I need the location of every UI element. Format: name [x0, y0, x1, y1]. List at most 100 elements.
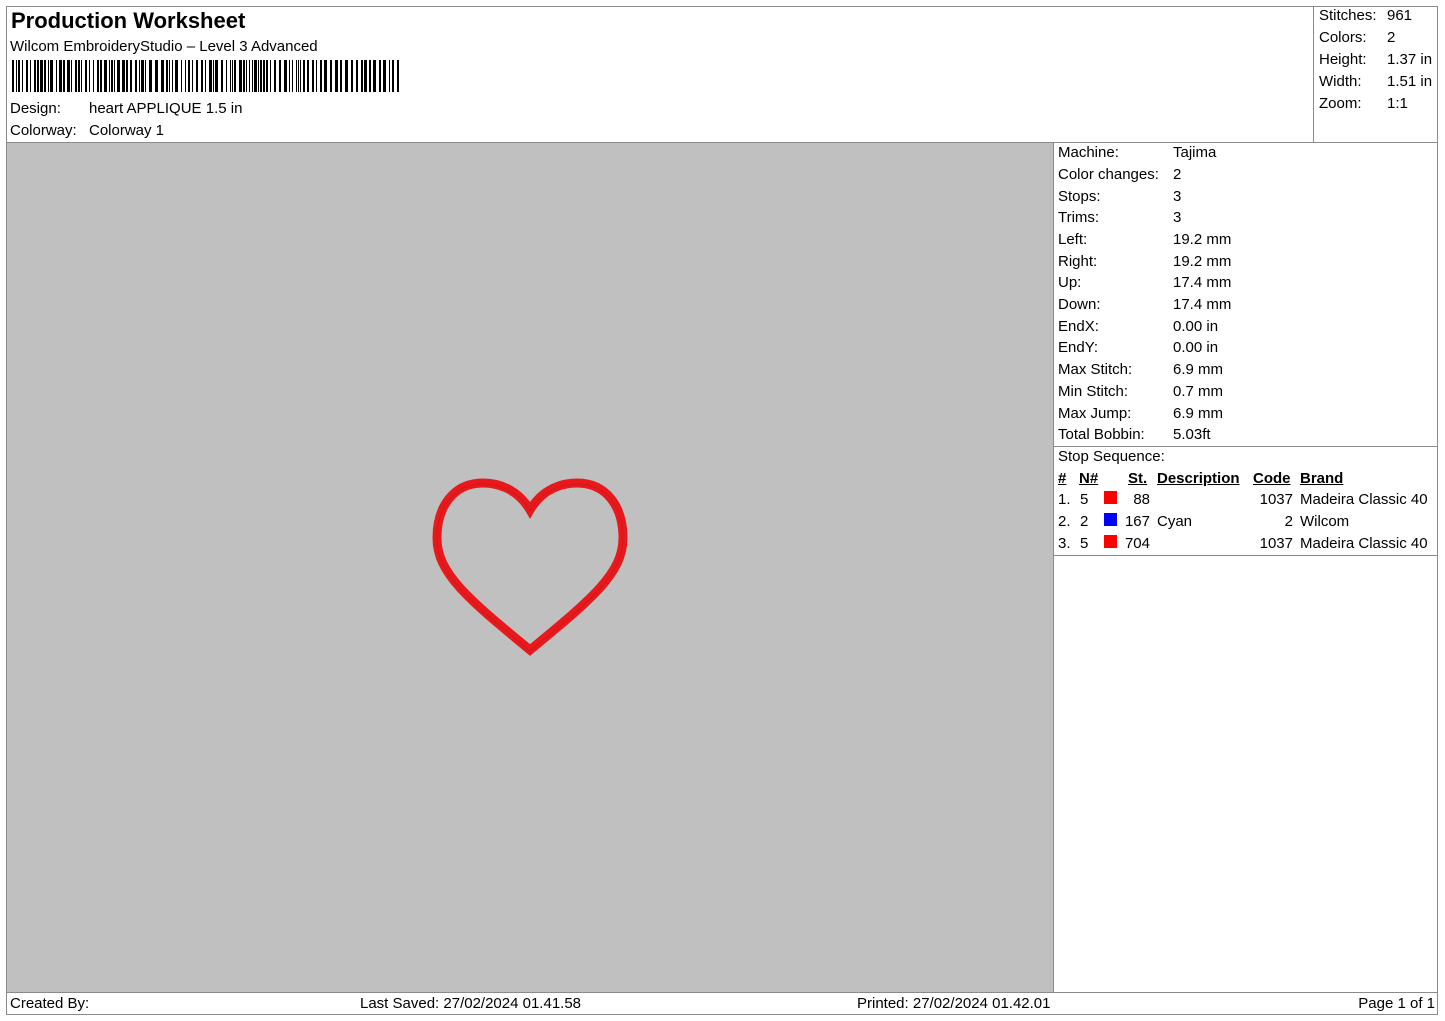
- summary-label: Stitches:: [1319, 7, 1377, 24]
- info-value: 0.00 in: [1173, 318, 1219, 335]
- printed-date: Printed: 27/02/2024 01.42.01: [857, 995, 1051, 1012]
- info-value: 3: [1173, 188, 1182, 205]
- barcode-bar: [192, 60, 193, 92]
- row-needle: 2: [1080, 513, 1089, 530]
- barcode-bar: [392, 60, 394, 92]
- info-label: Up:: [1058, 274, 1082, 291]
- row-code: 1037: [1259, 535, 1293, 552]
- row-needle: 5: [1080, 535, 1089, 552]
- info-value: 0.00 in: [1173, 339, 1219, 356]
- summary-label: Width:: [1319, 73, 1362, 90]
- barcode-bar: [104, 60, 107, 92]
- info-value: 17.4 mm: [1173, 274, 1232, 291]
- info-label: EndY:: [1058, 339, 1099, 356]
- barcode-bar: [383, 60, 386, 92]
- info-label: Stops:: [1058, 188, 1101, 205]
- barcode-bar: [59, 60, 62, 92]
- info-label: Trims:: [1058, 209, 1100, 226]
- barcode-bar: [230, 60, 231, 92]
- barcode-bar: [145, 60, 146, 92]
- page-title: Production Worksheet: [11, 8, 246, 33]
- barcode-bar: [300, 60, 301, 92]
- barcode-bar: [249, 60, 250, 92]
- barcode-bar: [254, 60, 257, 92]
- barcode-bar: [209, 60, 212, 92]
- row-brand: Madeira Classic 40: [1300, 491, 1428, 508]
- barcode-bar: [130, 60, 132, 92]
- barcode-bar: [364, 60, 367, 92]
- barcode-bar: [169, 60, 170, 92]
- barcode: [12, 60, 399, 92]
- barcode-bar: [284, 60, 287, 92]
- barcode-bar: [12, 60, 14, 92]
- barcode-bar: [221, 60, 223, 92]
- barcode-bar: [48, 60, 49, 92]
- column-header-brand: Brand: [1300, 470, 1344, 487]
- info-value: 19.2 mm: [1173, 253, 1232, 270]
- barcode-bar: [196, 60, 198, 92]
- barcode-bar: [139, 60, 140, 92]
- row-description: Cyan: [1157, 513, 1193, 530]
- row-stitches: 704: [1124, 535, 1150, 552]
- barcode-bar: [243, 60, 245, 92]
- created-by: Created By:: [10, 995, 90, 1012]
- info-value: 2: [1173, 166, 1182, 183]
- row-brand: Madeira Classic 40: [1300, 535, 1428, 552]
- barcode-bar: [369, 60, 371, 92]
- barcode-bar: [85, 60, 87, 92]
- barcode-bar: [232, 60, 233, 92]
- info-label: Right:: [1058, 253, 1098, 270]
- barcode-bar: [122, 60, 125, 92]
- barcode-bar: [111, 60, 113, 92]
- row-index: 2.: [1058, 513, 1071, 530]
- barcode-bar: [373, 60, 376, 92]
- software-name: Wilcom EmbroideryStudio – Level 3 Advanc…: [10, 38, 318, 55]
- barcode-bar: [312, 60, 314, 92]
- color-swatch: [1104, 491, 1117, 504]
- barcode-bar: [44, 60, 46, 92]
- column-header-description: Description: [1157, 470, 1240, 487]
- barcode-bar: [298, 60, 299, 92]
- info-value: 3: [1173, 209, 1182, 226]
- sequence-divider: [1053, 555, 1438, 556]
- summary-label: Height:: [1319, 51, 1367, 68]
- barcode-bar: [117, 60, 120, 92]
- barcode-bar: [56, 60, 57, 92]
- column-header-code: Code: [1253, 470, 1291, 487]
- barcode-bar: [345, 60, 348, 92]
- barcode-bar: [356, 60, 358, 92]
- summary-divider: [1313, 6, 1314, 143]
- barcode-bar: [89, 60, 90, 92]
- barcode-bar: [50, 60, 53, 92]
- info-value: 17.4 mm: [1173, 296, 1232, 313]
- summary-value: 1.37 in: [1387, 51, 1433, 68]
- barcode-bar: [397, 60, 399, 92]
- info-label: Machine:: [1058, 144, 1119, 161]
- barcode-bar: [175, 60, 178, 92]
- barcode-bar: [18, 60, 20, 92]
- info-label: Max Stitch:: [1058, 361, 1133, 378]
- info-label: Color changes:: [1058, 166, 1159, 183]
- barcode-bar: [379, 60, 381, 92]
- barcode-bar: [340, 60, 342, 92]
- barcode-bar: [292, 60, 293, 92]
- barcode-bar: [71, 60, 72, 92]
- colorway-label: Colorway:: [10, 122, 77, 139]
- barcode-bar: [100, 60, 102, 92]
- barcode-bar: [270, 60, 271, 92]
- barcode-bar: [37, 60, 39, 92]
- barcode-bar: [296, 60, 297, 92]
- barcode-bar: [135, 60, 137, 92]
- footer-divider: [6, 992, 1438, 993]
- barcode-bar: [263, 60, 265, 92]
- barcode-bar: [307, 60, 309, 92]
- barcode-bar: [78, 60, 80, 92]
- row-code: 1037: [1259, 491, 1293, 508]
- barcode-bar: [351, 60, 353, 92]
- barcode-bar: [205, 60, 206, 92]
- barcode-bar: [81, 60, 82, 92]
- panel-divider: [1053, 142, 1054, 993]
- barcode-bar: [252, 60, 253, 92]
- info-label: Total Bobbin:: [1058, 426, 1145, 443]
- summary-value: 2: [1387, 29, 1396, 46]
